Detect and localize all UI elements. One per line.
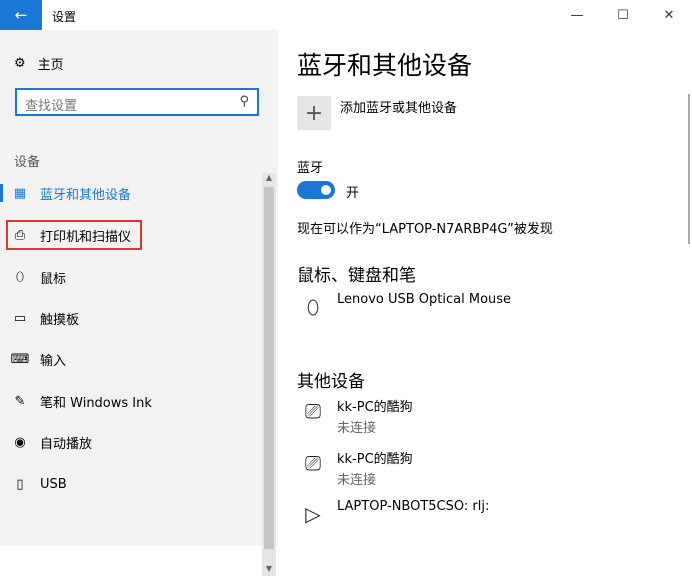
device-status: 未连接 xyxy=(337,421,377,436)
sidebar-item-touchpad[interactable]: ▭ 触摸板 xyxy=(0,299,262,337)
sidebar-item-label: 输入 xyxy=(40,353,67,369)
search-icon[interactable]: ⚲ xyxy=(239,94,249,109)
search-input[interactable]: 查找设置 xyxy=(25,95,77,114)
sidebar-item-pen[interactable]: ✎ 笔和 Windows Ink xyxy=(0,382,262,420)
device-name: kk-PC的酷狗 xyxy=(337,400,413,415)
main-panel: 蓝牙和其他设备 + 添加蓝牙或其他设备 蓝牙 开 现在可以作为“LAPTOP-N… xyxy=(278,30,692,546)
search-box[interactable]: 查找设置 ⚲ xyxy=(15,88,259,116)
title-bar: ← 设置 — ☐ ✕ xyxy=(0,0,692,30)
sidebar-item-label: 鼠标 xyxy=(40,271,67,287)
minimize-button[interactable]: — xyxy=(554,0,600,30)
close-button[interactable]: ✕ xyxy=(646,0,692,30)
sidebar-item-usb[interactable]: ▯ USB xyxy=(0,465,262,503)
home-link[interactable]: ⚙ 主页 xyxy=(14,54,64,73)
maximize-button[interactable]: ☐ xyxy=(600,0,646,30)
add-device-label[interactable]: 添加蓝牙或其他设备 xyxy=(340,97,457,116)
device-status: 未连接 xyxy=(337,473,377,488)
sidebar: ⚙ 主页 查找设置 ⚲ 设备 ▦ 蓝牙和其他设备 ⎙ 打印机和扫描仪 ⬯ 鼠标 … xyxy=(0,30,278,576)
media-device-icon: ⎚ xyxy=(305,399,321,423)
touchpad-icon: ▭ xyxy=(13,310,27,326)
scroll-thumb[interactable] xyxy=(264,187,274,549)
autoplay-icon: ◉ xyxy=(14,434,26,450)
device-name: LAPTOP-NBOT5CSO: rlj: xyxy=(337,499,490,514)
sidebar-item-label: USB xyxy=(40,476,67,492)
gear-icon: ⚙ xyxy=(14,56,26,71)
device-mouse[interactable]: ⬯ Lenovo USB Optical Mouse xyxy=(297,292,511,324)
sidebar-item-label: 自动播放 xyxy=(40,436,93,452)
bluetooth-toggle-label: 开 xyxy=(346,186,360,201)
device-other[interactable]: ⎚ kk-PC的酷狗 未连接 xyxy=(297,448,413,488)
phone-play-icon: ▷ xyxy=(305,502,321,526)
sidebar-scrollbar[interactable]: ▲ ▼ xyxy=(262,173,276,576)
media-device-icon: ⎚ xyxy=(305,451,321,475)
window-title: 设置 xyxy=(52,10,77,24)
device-name: kk-PC的酷狗 xyxy=(337,452,413,467)
scroll-down-icon[interactable]: ▼ xyxy=(262,564,276,576)
device-name: Lenovo USB Optical Mouse xyxy=(337,292,512,307)
bluetooth-heading: 蓝牙 xyxy=(297,161,324,176)
scroll-up-icon[interactable]: ▲ xyxy=(262,173,276,185)
sidebar-item-printers[interactable]: ⎙ 打印机和扫描仪 xyxy=(0,216,262,254)
sidebar-item-label: 打印机和扫描仪 xyxy=(40,229,132,245)
sidebar-item-label: 蓝牙和其他设备 xyxy=(40,187,132,203)
discoverable-text: 现在可以作为“LAPTOP-N7ARBP4G”被发现 xyxy=(297,222,553,237)
sidebar-item-bluetooth[interactable]: ▦ 蓝牙和其他设备 xyxy=(0,174,262,212)
pen-icon: ✎ xyxy=(14,393,26,409)
section-label: 设备 xyxy=(14,155,41,170)
sidebar-item-label: 笔和 Windows Ink xyxy=(40,395,152,411)
sidebar-item-label: 触摸板 xyxy=(40,312,80,328)
plus-icon: + xyxy=(304,100,324,126)
mouse-section-heading: 鼠标、键盘和笔 xyxy=(297,266,416,286)
printer-icon: ⎙ xyxy=(14,227,26,243)
bluetooth-toggle[interactable] xyxy=(297,181,335,199)
mouse-icon: ⬯ xyxy=(15,269,25,285)
device-other[interactable]: ⎚ kk-PC的酷狗 未连接 xyxy=(297,396,413,436)
add-device-button[interactable]: + xyxy=(297,96,331,130)
usb-icon: ▯ xyxy=(16,476,24,492)
back-button[interactable]: ← xyxy=(0,0,42,30)
page-title: 蓝牙和其他设备 xyxy=(297,51,473,80)
back-arrow-icon: ← xyxy=(14,6,28,24)
sidebar-item-mouse[interactable]: ⬯ 鼠标 xyxy=(0,258,262,296)
other-section-heading: 其他设备 xyxy=(297,372,365,392)
main-scrollbar[interactable] xyxy=(688,94,690,244)
home-label: 主页 xyxy=(37,58,64,73)
device-other[interactable]: ▷ LAPTOP-NBOT5CSO: rlj: xyxy=(297,499,489,531)
mouse-icon: ⬯ xyxy=(306,295,320,319)
sidebar-item-typing[interactable]: ⌨ 输入 xyxy=(0,340,262,378)
bluetooth-devices-icon: ▦ xyxy=(13,185,27,201)
keyboard-icon: ⌨ xyxy=(10,351,30,367)
toggle-knob xyxy=(321,185,331,195)
sidebar-item-autoplay[interactable]: ◉ 自动播放 xyxy=(0,423,262,461)
